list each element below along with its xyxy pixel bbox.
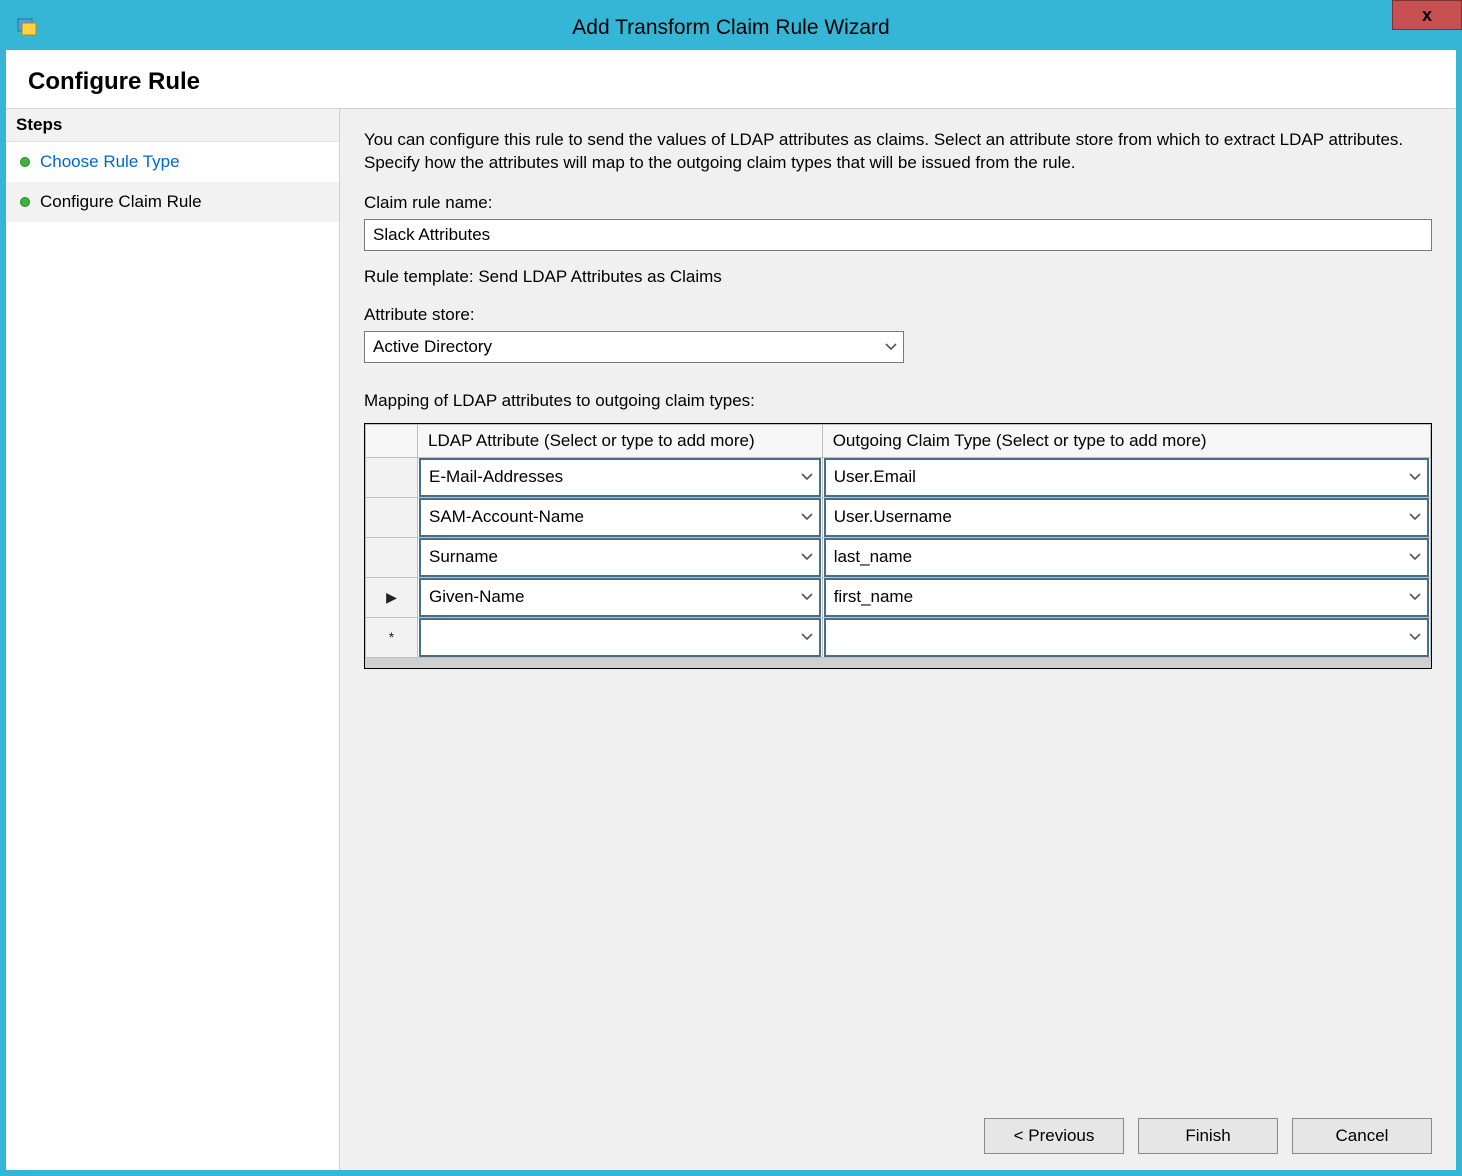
ldap-attribute-value: SAM-Account-Name (429, 507, 584, 527)
close-button[interactable]: x (1392, 0, 1462, 30)
row-selector-header (366, 424, 418, 457)
mapping-label: Mapping of LDAP attributes to outgoing c… (364, 391, 1432, 411)
table-row: ▶ Given-Name first_name (366, 577, 1431, 617)
steps-sidebar: Steps Choose Rule Type Configure Claim R… (6, 108, 339, 1170)
outgoing-claim-cell[interactable]: first_name (824, 578, 1429, 617)
attribute-store-dropdown[interactable]: Active Directory (364, 331, 904, 363)
description-text: You can configure this rule to send the … (364, 129, 1432, 175)
chevron-down-icon (1409, 471, 1421, 483)
row-selector-cell[interactable] (366, 497, 418, 537)
table-row: E-Mail-Addresses User.Email (366, 457, 1431, 497)
chevron-down-icon (1409, 591, 1421, 603)
page-title: Configure Rule (28, 68, 1434, 96)
chevron-down-icon (801, 631, 813, 643)
ldap-attribute-cell[interactable] (419, 618, 821, 657)
wizard-window: Add Transform Claim Rule Wizard x Config… (0, 0, 1462, 1176)
row-selector-cell[interactable] (366, 457, 418, 497)
title-bar: Add Transform Claim Rule Wizard x (6, 6, 1456, 50)
ldap-attribute-value: E-Mail-Addresses (429, 467, 563, 487)
outgoing-claim-value: User.Username (834, 507, 952, 527)
previous-button[interactable]: < Previous (984, 1118, 1124, 1154)
grid-scroll-area (365, 658, 1431, 668)
app-icon (16, 15, 38, 41)
chevron-down-icon (801, 591, 813, 603)
step-bullet-icon (20, 197, 30, 207)
ldap-attribute-cell[interactable]: SAM-Account-Name (419, 498, 821, 537)
finish-button[interactable]: Finish (1138, 1118, 1278, 1154)
row-selector-cell[interactable]: ▶ (366, 577, 418, 617)
chevron-down-icon (1409, 551, 1421, 563)
outgoing-claim-cell[interactable]: User.Email (824, 458, 1429, 497)
chevron-down-icon (1409, 631, 1421, 643)
attribute-store-label: Attribute store: (364, 305, 1432, 325)
chevron-down-icon (885, 341, 897, 353)
chevron-down-icon (1409, 511, 1421, 523)
attribute-store-value: Active Directory (373, 337, 492, 357)
outgoing-claim-cell[interactable]: last_name (824, 538, 1429, 577)
step-label: Configure Claim Rule (40, 192, 202, 212)
step-choose-rule-type[interactable]: Choose Rule Type (6, 142, 339, 182)
row-selector-cell[interactable] (366, 537, 418, 577)
outgoing-claim-cell[interactable] (824, 618, 1429, 657)
body-row: Steps Choose Rule Type Configure Claim R… (6, 108, 1456, 1170)
claim-rule-name-input[interactable] (364, 219, 1432, 251)
ldap-attribute-value: Given-Name (429, 587, 524, 607)
table-row: SAM-Account-Name User.Username (366, 497, 1431, 537)
outgoing-claim-value: last_name (834, 547, 912, 567)
main-panel: You can configure this rule to send the … (339, 108, 1456, 1170)
step-configure-claim-rule[interactable]: Configure Claim Rule (6, 182, 339, 222)
ldap-attribute-cell[interactable]: Given-Name (419, 578, 821, 617)
cancel-button[interactable]: Cancel (1292, 1118, 1432, 1154)
outgoing-claim-header: Outgoing Claim Type (Select or type to a… (822, 424, 1430, 457)
chevron-down-icon (801, 551, 813, 563)
client-area: Configure Rule Steps Choose Rule Type Co… (6, 50, 1456, 1170)
outgoing-claim-cell[interactable]: User.Username (824, 498, 1429, 537)
step-label: Choose Rule Type (40, 152, 180, 172)
table-row: * (366, 617, 1431, 657)
outgoing-claim-value: User.Email (834, 467, 916, 487)
table-row: Surname last_name (366, 537, 1431, 577)
ldap-attribute-value: Surname (429, 547, 498, 567)
page-header: Configure Rule (6, 50, 1456, 108)
close-icon: x (1422, 5, 1432, 26)
row-selector-cell[interactable]: * (366, 617, 418, 657)
rule-template-text: Rule template: Send LDAP Attributes as C… (364, 267, 1432, 287)
window-title: Add Transform Claim Rule Wizard (6, 16, 1456, 40)
ldap-attribute-cell[interactable]: Surname (419, 538, 821, 577)
mapping-grid: LDAP Attribute (Select or type to add mo… (364, 423, 1432, 669)
outgoing-claim-value: first_name (834, 587, 913, 607)
steps-header: Steps (6, 109, 339, 142)
ldap-attribute-cell[interactable]: E-Mail-Addresses (419, 458, 821, 497)
chevron-down-icon (801, 511, 813, 523)
claim-rule-name-label: Claim rule name: (364, 193, 1432, 213)
chevron-down-icon (801, 471, 813, 483)
ldap-attribute-header: LDAP Attribute (Select or type to add mo… (418, 424, 823, 457)
step-bullet-icon (20, 157, 30, 167)
wizard-buttons: < Previous Finish Cancel (364, 1100, 1432, 1154)
